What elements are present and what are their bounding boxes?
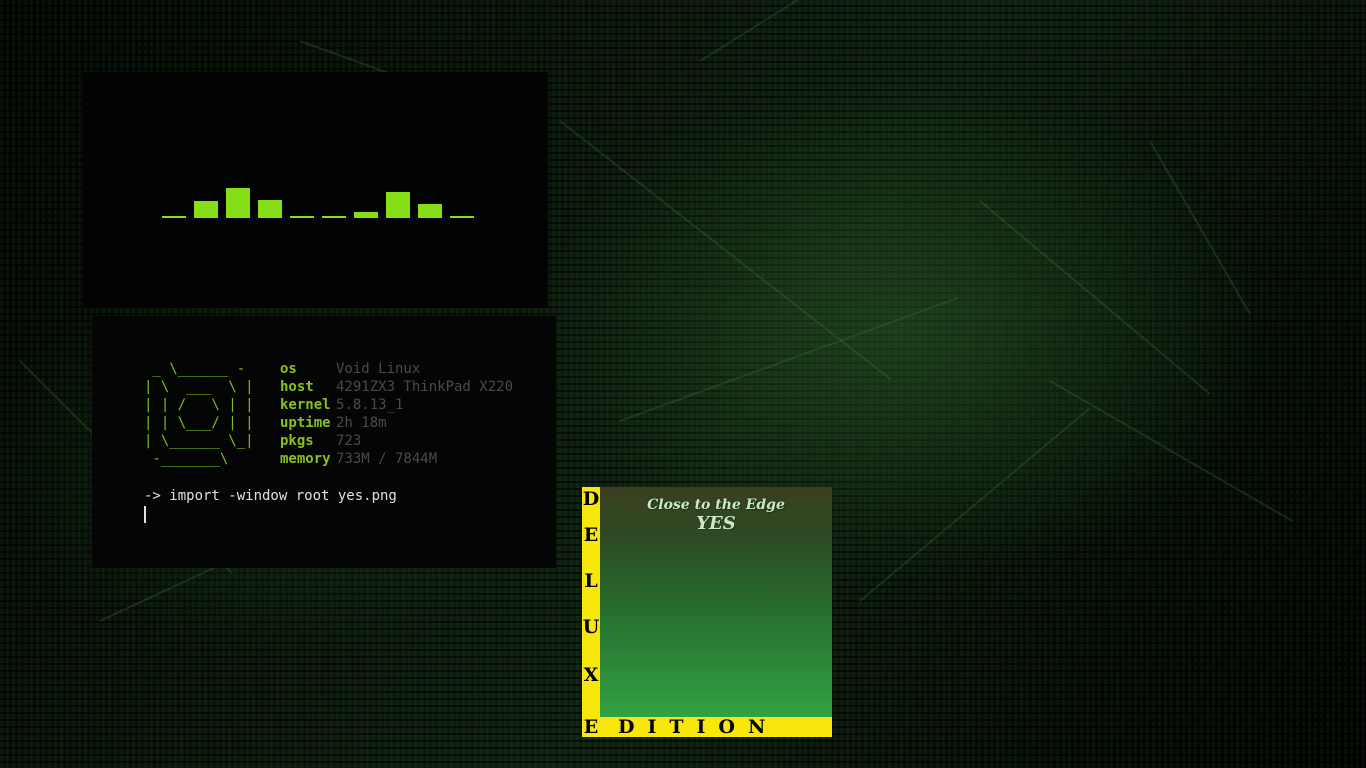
- visualizer-bar: [258, 200, 282, 218]
- deluxe-letter: E: [583, 524, 599, 546]
- album-title: Close to the Edge: [647, 497, 785, 513]
- deluxe-letter: D: [582, 488, 600, 510]
- deluxe-corner-letter: E: [583, 716, 599, 737]
- visualizer-bar: [386, 192, 410, 218]
- distro-ascii-logo: _ \______ - | \ ___ \ | | | / \ | | | | …: [144, 361, 254, 467]
- wallpaper-streak: [1049, 380, 1293, 522]
- fetch-key: memory: [280, 451, 331, 467]
- fetch-key: os: [280, 361, 297, 377]
- fetch-value: 723: [336, 433, 362, 449]
- visualizer-bar: [354, 212, 378, 218]
- deluxe-letter: U: [582, 616, 600, 638]
- wallpaper-streak: [1149, 140, 1251, 315]
- wallpaper-streak: [699, 0, 1023, 62]
- fetch-value: 5.8.13_1: [336, 397, 404, 413]
- fetch-key: pkgs: [280, 433, 314, 449]
- deluxe-side-banner: DELUX: [582, 487, 600, 737]
- fetch-row-os: os Void Linux: [280, 360, 513, 378]
- album-art-image: Close to the Edge YES: [600, 487, 832, 717]
- fetch-key: host: [280, 379, 314, 395]
- fetch-row-host: host 4291ZX3 ThinkPad X220: [280, 378, 513, 396]
- fetch-key: kernel: [280, 397, 331, 413]
- wallpaper-streak: [619, 296, 959, 422]
- artist-logo: YES: [696, 513, 736, 534]
- fetch-row-uptime: uptime 2h 18m: [280, 414, 513, 432]
- fetch-value: 4291ZX3 ThinkPad X220: [336, 379, 514, 395]
- visualizer-bar: [418, 204, 442, 218]
- text-cursor[interactable]: [144, 506, 146, 523]
- deluxe-letter: X: [583, 664, 599, 686]
- wallpaper-streak: [859, 407, 1091, 602]
- fetch-key: uptime: [280, 415, 331, 431]
- fetch-row-pkgs: pkgs 723: [280, 432, 513, 450]
- album-cover-art: Close to the Edge YES DELUX E DITION: [582, 487, 832, 737]
- terminal-window[interactable]: _ \______ - | \ ___ \ | | | / \ | | | | …: [92, 316, 556, 568]
- visualizer-bar: [162, 216, 186, 218]
- fetch-row-memory: memory 733M / 7844M: [280, 450, 513, 468]
- visualizer-bar: [226, 188, 250, 218]
- fetch-value: 2h 18m: [336, 415, 387, 431]
- visualizer-bar: [322, 216, 346, 218]
- system-info-fetch: os Void Linux host 4291ZX3 ThinkPad X220 ker…: [280, 360, 513, 468]
- visualizer-bar: [194, 201, 218, 218]
- visualizer-bar: [290, 216, 314, 218]
- command-prompt-line: -> import -window root yes.png: [144, 488, 397, 504]
- fetch-row-kernel: kernel 5.8.13_1: [280, 396, 513, 414]
- visualizer-bars: [162, 172, 482, 218]
- edition-bottom-banner: DITION: [618, 716, 779, 737]
- wallpaper-streak: [979, 200, 1211, 395]
- deluxe-letter: L: [584, 570, 598, 592]
- audio-visualizer-window[interactable]: [84, 72, 548, 308]
- fetch-value: 733M / 7844M: [336, 451, 438, 467]
- fetch-value: Void Linux: [336, 361, 421, 377]
- visualizer-bar: [450, 216, 474, 218]
